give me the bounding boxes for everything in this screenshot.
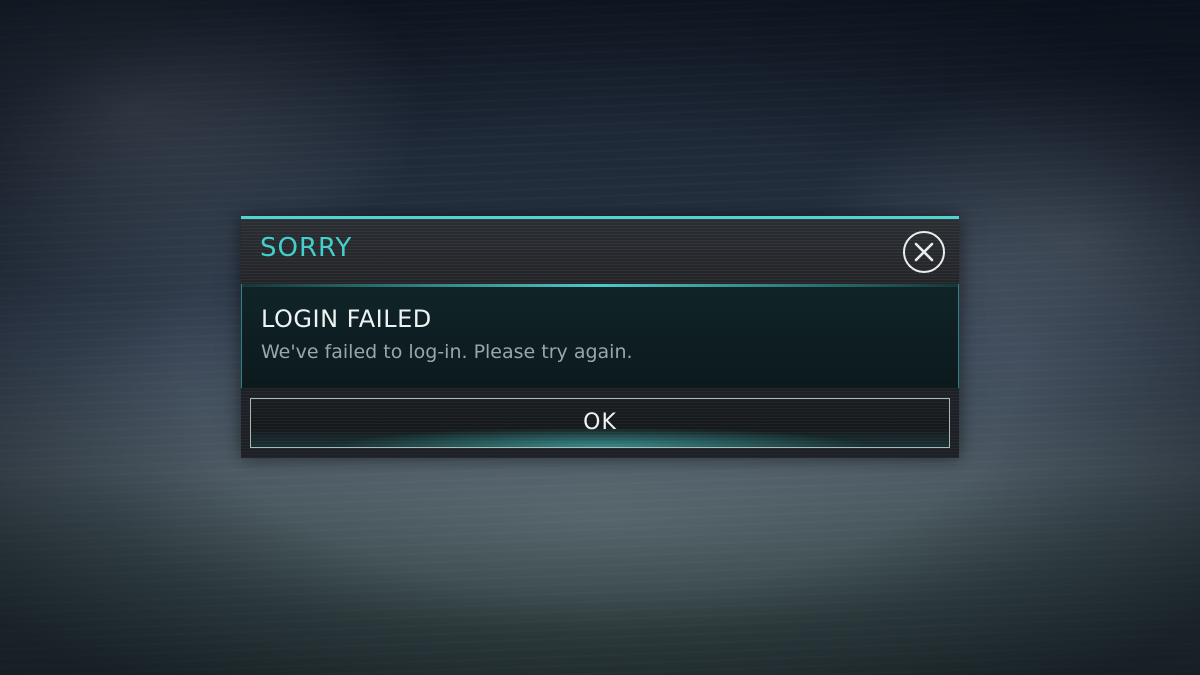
dialog-body: LOGIN FAILED We've failed to log-in. Ple… xyxy=(241,284,959,388)
ok-button-label: OK xyxy=(583,410,617,435)
ok-button[interactable]: OK xyxy=(250,398,950,448)
dialog-footer: OK xyxy=(241,388,959,458)
game-screen: SORRY LOGIN FAILED We've failed to log-i… xyxy=(0,0,1200,675)
error-heading: LOGIN FAILED xyxy=(261,305,432,333)
close-button[interactable] xyxy=(903,231,945,273)
body-top-glow xyxy=(242,284,958,287)
dialog-header: SORRY xyxy=(241,216,959,284)
dialog-title: SORRY xyxy=(260,233,353,263)
error-dialog: SORRY LOGIN FAILED We've failed to log-i… xyxy=(241,216,959,458)
close-x-icon xyxy=(914,242,934,262)
error-message: We've failed to log-in. Please try again… xyxy=(261,341,633,363)
